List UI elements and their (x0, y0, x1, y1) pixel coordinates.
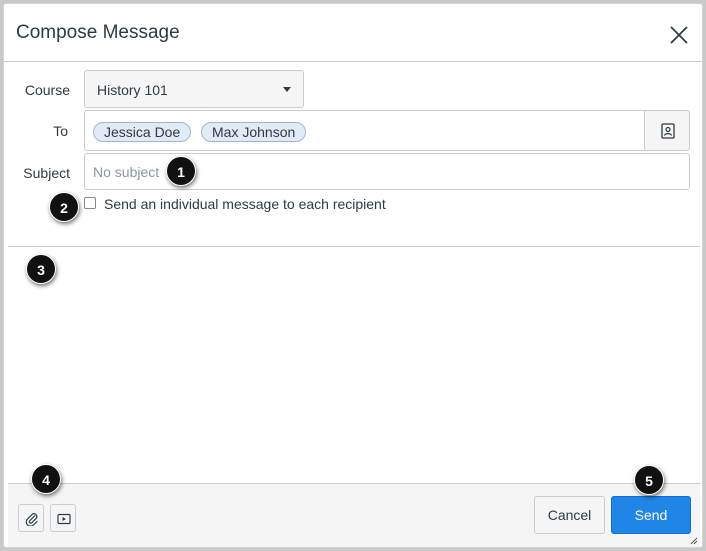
cancel-button[interactable]: Cancel (534, 496, 605, 534)
recipients-field[interactable]: Jessica Doe Max Johnson (84, 110, 645, 151)
recipient-token[interactable]: Jessica Doe (93, 122, 192, 142)
callout-marker-1: 1 (166, 156, 196, 186)
attach-file-button[interactable] (18, 504, 44, 532)
course-select[interactable]: History 101 (84, 70, 304, 108)
dialog-header: Compose Message (4, 4, 702, 62)
to-label: To (53, 123, 68, 139)
dialog-footer: Cancel Send (8, 483, 700, 547)
caret-down-icon (283, 87, 291, 92)
course-label: Course (24, 82, 70, 98)
media-icon (57, 513, 71, 525)
close-button[interactable] (668, 24, 690, 46)
callout-marker-3: 3 (26, 254, 56, 284)
address-book-button[interactable] (644, 110, 690, 151)
close-icon (670, 26, 688, 44)
record-media-button[interactable] (50, 504, 76, 532)
dialog-title: Compose Message (16, 22, 180, 43)
callout-marker-5: 5 (634, 465, 664, 495)
send-button[interactable]: Send (611, 496, 691, 534)
address-book-icon (661, 123, 675, 139)
message-body-textarea[interactable] (8, 247, 700, 483)
paperclip-icon (25, 513, 38, 526)
callout-marker-4: 4 (31, 464, 61, 494)
course-select-value: History 101 (97, 82, 168, 98)
resize-grip-icon[interactable] (690, 537, 698, 545)
compose-message-dialog: Compose Message Course History 101 To Je… (3, 3, 703, 548)
subject-label: Subject (23, 165, 70, 181)
individual-message-label: Send an individual message to each recip… (104, 196, 386, 212)
individual-message-checkbox[interactable] (84, 197, 96, 209)
recipient-token[interactable]: Max Johnson (201, 122, 307, 142)
callout-marker-2: 2 (49, 192, 79, 222)
